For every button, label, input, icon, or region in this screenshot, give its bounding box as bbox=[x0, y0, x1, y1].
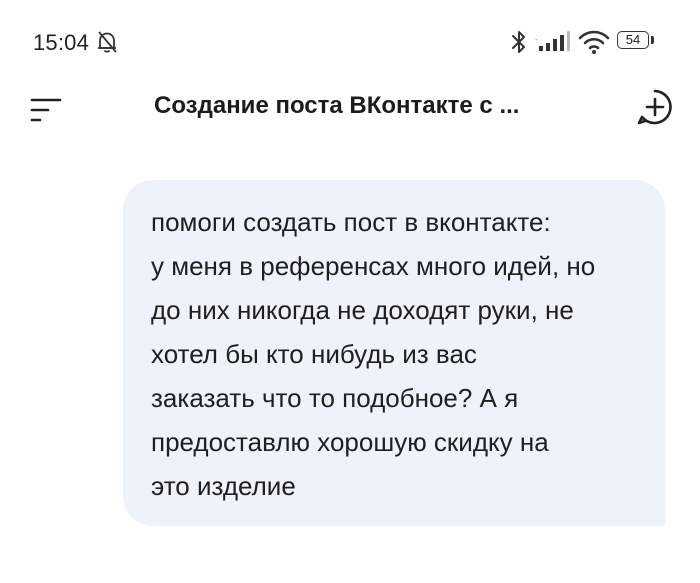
message-line: хотел бы кто нибудь из вас bbox=[151, 339, 477, 369]
wifi-icon bbox=[578, 30, 610, 54]
status-time: 15:04 bbox=[33, 30, 90, 55]
battery-tip bbox=[651, 36, 654, 44]
battery-icon: 54 bbox=[617, 31, 655, 51]
battery-level: 54 bbox=[617, 31, 649, 49]
signal-icon: . bbox=[535, 31, 570, 51]
menu-icon[interactable] bbox=[26, 90, 66, 130]
bell-off-icon bbox=[98, 31, 117, 53]
message-line: это изделие bbox=[151, 471, 296, 501]
user-message-bubble[interactable]: помоги создать пост в вконтакте: у меня … bbox=[123, 180, 665, 526]
chat-screen: 15:04 . 54 Создание поста ВКонтакте с ..… bbox=[0, 0, 700, 583]
svg-text:.: . bbox=[535, 33, 537, 42]
new-chat-plus-icon[interactable] bbox=[634, 86, 676, 128]
message-line: до них никогда не доходят руки, не bbox=[151, 295, 574, 325]
chat-header: Создание поста ВКонтакте с ... bbox=[0, 80, 700, 136]
message-line: предоставлю хорошую скидку на bbox=[151, 427, 549, 457]
bluetooth-icon bbox=[512, 31, 525, 53]
message-line: заказать что то подобное? А я bbox=[151, 383, 519, 413]
message-line: помоги создать пост в вконтакте: bbox=[151, 207, 551, 237]
status-bar: 15:04 . 54 bbox=[0, 0, 700, 88]
message-line: у меня в референсах много идей, но bbox=[151, 251, 596, 281]
page-title[interactable]: Создание поста ВКонтакте с ... bbox=[154, 92, 519, 120]
